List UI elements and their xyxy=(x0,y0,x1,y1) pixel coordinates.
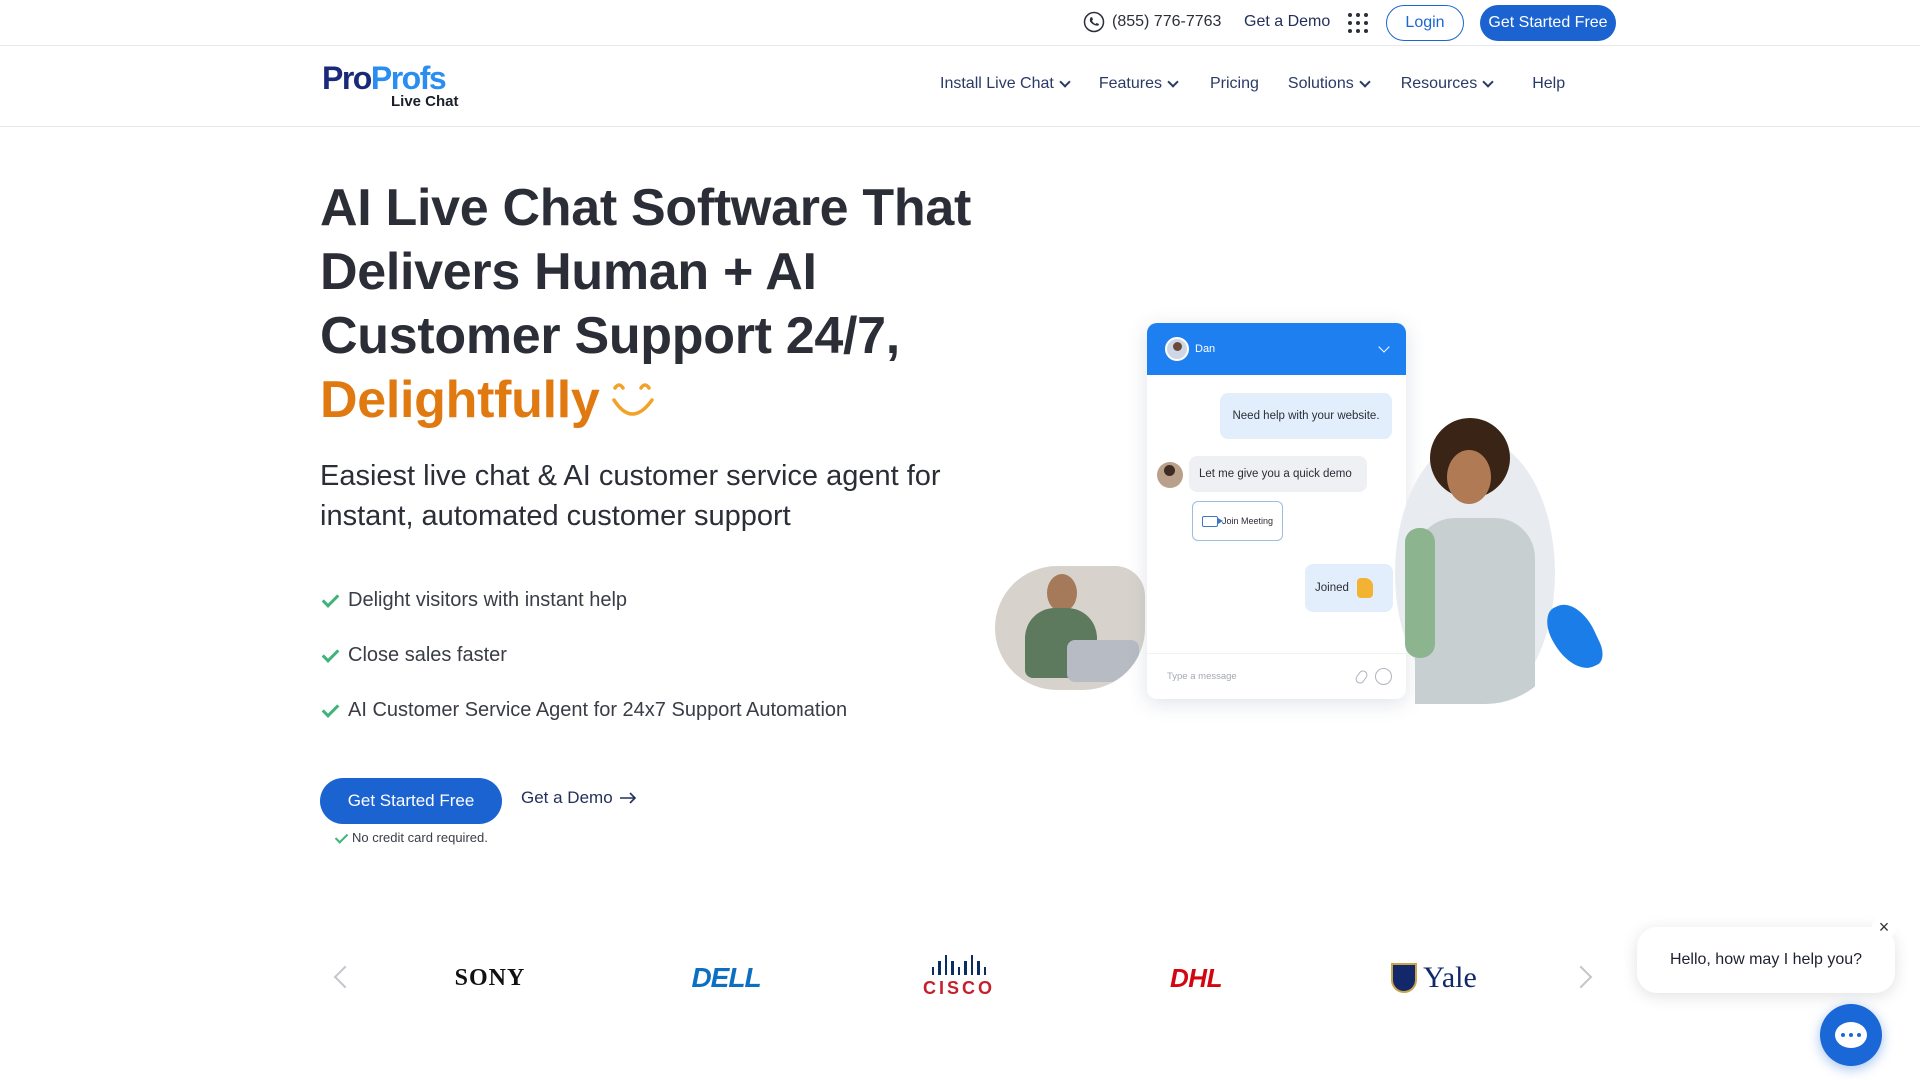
join-label: Join Meeting xyxy=(1221,516,1274,526)
chat-input-mock: Type a message xyxy=(1147,653,1406,699)
arrow-right-icon xyxy=(619,792,636,804)
login-button[interactable]: Login xyxy=(1386,5,1464,41)
apps-grid-icon[interactable] xyxy=(1348,13,1368,33)
check-icon xyxy=(320,590,340,610)
carousel-next-icon[interactable] xyxy=(1569,965,1593,989)
nav-menu: Install Live Chat Features Pricing Solut… xyxy=(940,75,1565,93)
nav-item-features[interactable]: Features xyxy=(1098,75,1179,93)
nav-item-install-live-chat[interactable]: Install Live Chat xyxy=(940,75,1071,93)
chevron-down-icon xyxy=(1167,76,1179,88)
hero-title-highlight: Delightfully xyxy=(320,371,600,429)
benefit-item: Delight visitors with instant help xyxy=(320,584,847,616)
top-get-started-button[interactable]: Get Started Free xyxy=(1480,5,1616,41)
benefit-item: Close sales faster xyxy=(320,639,847,671)
nav-item-pricing[interactable]: Pricing xyxy=(1210,75,1259,93)
check-icon xyxy=(334,831,348,845)
nav-item-resources[interactable]: Resources xyxy=(1400,75,1494,93)
check-icon xyxy=(320,645,340,665)
no-credit-card-note: No credit card required. xyxy=(334,830,488,845)
benefit-text: AI Customer Service Agent for 24x7 Suppo… xyxy=(348,698,848,721)
yale-shield-icon xyxy=(1391,963,1418,993)
dell-logo: DELL xyxy=(691,962,761,993)
join-meeting-card: Join Meeting xyxy=(1192,501,1283,541)
visitor-joined-message: Joined xyxy=(1305,564,1393,612)
logo-subtitle: Live Chat xyxy=(391,93,459,110)
thumbs-up-icon xyxy=(1356,578,1373,598)
chevron-down-icon xyxy=(1359,76,1371,88)
video-camera-icon xyxy=(1201,515,1223,527)
agent-message: Let me give you a quick demo xyxy=(1189,456,1367,492)
hero-title-line: AI Live Chat Software That xyxy=(320,179,971,237)
phone-icon xyxy=(1083,11,1105,33)
chat-window-mock: Dan Need help with your website. Let me … xyxy=(1147,323,1406,699)
chevron-down-icon xyxy=(1378,341,1390,353)
nav-label: Solutions xyxy=(1287,75,1354,92)
chat-bubble-icon xyxy=(1835,1022,1867,1048)
hero-subtitle: Easiest live chat & AI customer service … xyxy=(320,460,941,532)
chevron-down-icon xyxy=(1059,76,1071,88)
agent-photo xyxy=(995,566,1145,690)
hero-title-line: Delivers Human + AI xyxy=(320,243,817,301)
top-get-demo-link[interactable]: Get a Demo xyxy=(1244,13,1330,31)
agent-avatar xyxy=(1157,462,1183,488)
sony-logo: SONY xyxy=(454,964,526,991)
joined-text: Joined xyxy=(1315,582,1349,594)
agent-avatar xyxy=(1165,337,1189,361)
chat-greeting-bubble[interactable]: Hello, how may I help you? xyxy=(1637,927,1895,993)
smile-icon xyxy=(611,383,654,416)
check-icon xyxy=(320,700,340,720)
nav-label: Install Live Chat xyxy=(940,75,1054,92)
logo-pro: Pro xyxy=(322,60,372,96)
carousel-prev-icon[interactable] xyxy=(333,965,357,989)
customer-photo xyxy=(1395,418,1565,704)
phone-link[interactable]: (855) 776-7763 xyxy=(1083,11,1221,33)
nav-label: Features xyxy=(1098,75,1162,92)
logo-profs: Profs xyxy=(370,60,447,96)
benefit-list: Delight visitors with instant help Close… xyxy=(320,584,847,749)
yale-wordmark: Yale xyxy=(1423,961,1477,994)
hero-title-line: Customer Support 24/7, xyxy=(320,307,900,365)
nav-label: Resources xyxy=(1400,75,1478,92)
note-text: No credit card required. xyxy=(352,830,488,845)
nav-label: Help xyxy=(1532,75,1566,92)
visitor-message: Need help with your website. xyxy=(1220,393,1392,439)
close-icon[interactable]: × xyxy=(1872,915,1896,939)
proprofs-live-chat-logo[interactable]: ProProfs Live Chat xyxy=(322,62,462,112)
demo-link-label: Get a Demo xyxy=(521,788,613,807)
customer-logos-carousel: SONY DELL CISCO DHL Yale xyxy=(0,940,1920,1020)
benefit-item: AI Customer Service Agent for 24x7 Suppo… xyxy=(320,694,847,726)
yale-logo: Yale xyxy=(1384,958,1484,998)
chat-illustration: Dan Need help with your website. Let me … xyxy=(995,320,1608,710)
nav-item-solutions[interactable]: Solutions xyxy=(1287,75,1371,93)
chat-window-header: Dan xyxy=(1147,323,1406,375)
cisco-wordmark: CISCO xyxy=(922,978,995,998)
phone-number: (855) 776-7763 xyxy=(1112,13,1222,30)
top-utility-bar: (855) 776-7763 Get a Demo Login Get Star… xyxy=(0,0,1920,46)
cisco-logo: CISCO xyxy=(914,952,1004,1002)
paperclip-icon xyxy=(1353,668,1370,686)
dhl-logo: DHL xyxy=(1170,962,1222,993)
hero-title: AI Live Chat Software That Delivers Huma… xyxy=(320,176,1020,432)
chevron-down-icon xyxy=(1482,76,1494,88)
chat-launcher-button[interactable] xyxy=(1820,1004,1882,1066)
input-placeholder: Type a message xyxy=(1167,671,1237,682)
emoji-icon xyxy=(1375,668,1392,685)
nav-item-help[interactable]: Help xyxy=(1532,75,1565,93)
benefit-text: Close sales faster xyxy=(348,643,507,666)
hero-get-demo-link[interactable]: Get a Demo xyxy=(521,788,637,808)
nav-label: Pricing xyxy=(1209,75,1259,92)
benefit-text: Delight visitors with instant help xyxy=(348,588,628,611)
main-nav: ProProfs Live Chat Install Live Chat Fea… xyxy=(0,46,1920,127)
hero-get-started-button[interactable]: Get Started Free xyxy=(320,778,502,824)
agent-name: Dan xyxy=(1195,343,1216,355)
